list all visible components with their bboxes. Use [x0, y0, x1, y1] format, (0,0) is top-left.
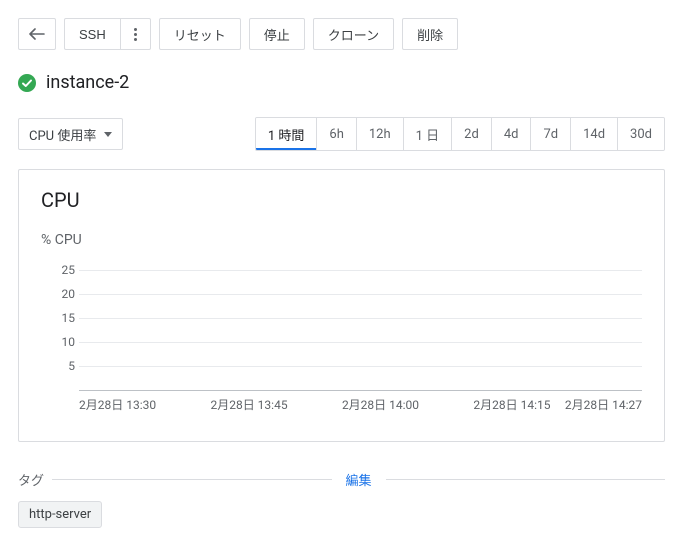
gridline — [79, 366, 642, 367]
instance-header: instance-2 — [18, 72, 665, 93]
chart-plot-area: 510152025 — [63, 260, 642, 390]
time-range-tabs: 1 時間6h12h1 日2d4d7d14d30d — [255, 117, 665, 151]
stop-button[interactable]: 停止 — [249, 18, 305, 50]
metric-dropdown-label: CPU 使用率 — [29, 125, 96, 144]
more-vert-icon — [134, 28, 137, 41]
tags-header: タグ 編集 — [18, 470, 665, 489]
back-button[interactable] — [18, 18, 56, 50]
ssh-button[interactable]: SSH — [64, 18, 121, 50]
chart-xaxis: 2月28日 13:30 2月28日 13:45 2月28日 14:00 2月28日 1… — [79, 396, 642, 413]
gridline — [79, 294, 642, 295]
xtick-label: 2月28日 13:45 — [210, 396, 287, 413]
metric-dropdown[interactable]: CPU 使用率 — [18, 118, 123, 150]
baseline — [79, 390, 642, 391]
time-tab-14d[interactable]: 14d — [570, 118, 617, 150]
chart-panel: CPU % CPU 510152025 2月28日 13:302月28日 13:… — [18, 169, 665, 442]
tags-edit-link[interactable]: 編集 — [340, 470, 378, 489]
instance-name: instance-2 — [46, 72, 129, 93]
xtick-label: 2月28日 14:27 — [565, 396, 642, 413]
xtick-label: 2月28日 13:30 — [79, 396, 156, 413]
tags-section-label: タグ — [18, 470, 44, 489]
chart-title: CPU — [41, 188, 642, 212]
time-tab-7d[interactable]: 7d — [530, 118, 570, 150]
gridline — [79, 318, 642, 319]
time-tab-2d[interactable]: 2d — [451, 118, 491, 150]
time-tab-12h[interactable]: 12h — [356, 118, 403, 150]
time-tab-1 日[interactable]: 1 日 — [403, 118, 452, 150]
ytick-label: 15 — [57, 311, 75, 325]
status-running-icon — [18, 74, 36, 92]
ssh-more-button[interactable] — [121, 18, 151, 50]
divider — [52, 479, 331, 480]
time-tab-4d[interactable]: 4d — [491, 118, 531, 150]
time-tab-6h[interactable]: 6h — [316, 118, 355, 150]
top-toolbar: SSH リセット 停止 クローン 削除 — [18, 18, 665, 50]
ytick-label: 10 — [57, 335, 75, 349]
tags-section: タグ 編集 http-server — [18, 470, 665, 528]
gridline — [79, 342, 642, 343]
ssh-button-group: SSH — [64, 18, 151, 50]
reset-button[interactable]: リセット — [159, 18, 241, 50]
arrow-left-icon — [29, 28, 45, 40]
ytick-label: 20 — [57, 287, 75, 301]
delete-button[interactable]: 削除 — [402, 18, 458, 50]
xtick-label: 2月28日 14:15 — [473, 396, 550, 413]
chart-ylabel: % CPU — [41, 232, 642, 248]
caret-down-icon — [104, 132, 112, 137]
tag-chip[interactable]: http-server — [18, 501, 102, 528]
time-tab-1 時間[interactable]: 1 時間 — [256, 118, 317, 150]
xtick-label: 2月28日 14:00 — [342, 396, 419, 413]
time-tab-30d[interactable]: 30d — [617, 118, 664, 150]
divider — [386, 479, 665, 480]
gridline — [79, 270, 642, 271]
clone-button[interactable]: クローン — [313, 18, 394, 50]
metric-controls: CPU 使用率 1 時間6h12h1 日2d4d7d14d30d — [18, 117, 665, 151]
ytick-label: 5 — [57, 359, 75, 373]
ytick-label: 25 — [57, 263, 75, 277]
